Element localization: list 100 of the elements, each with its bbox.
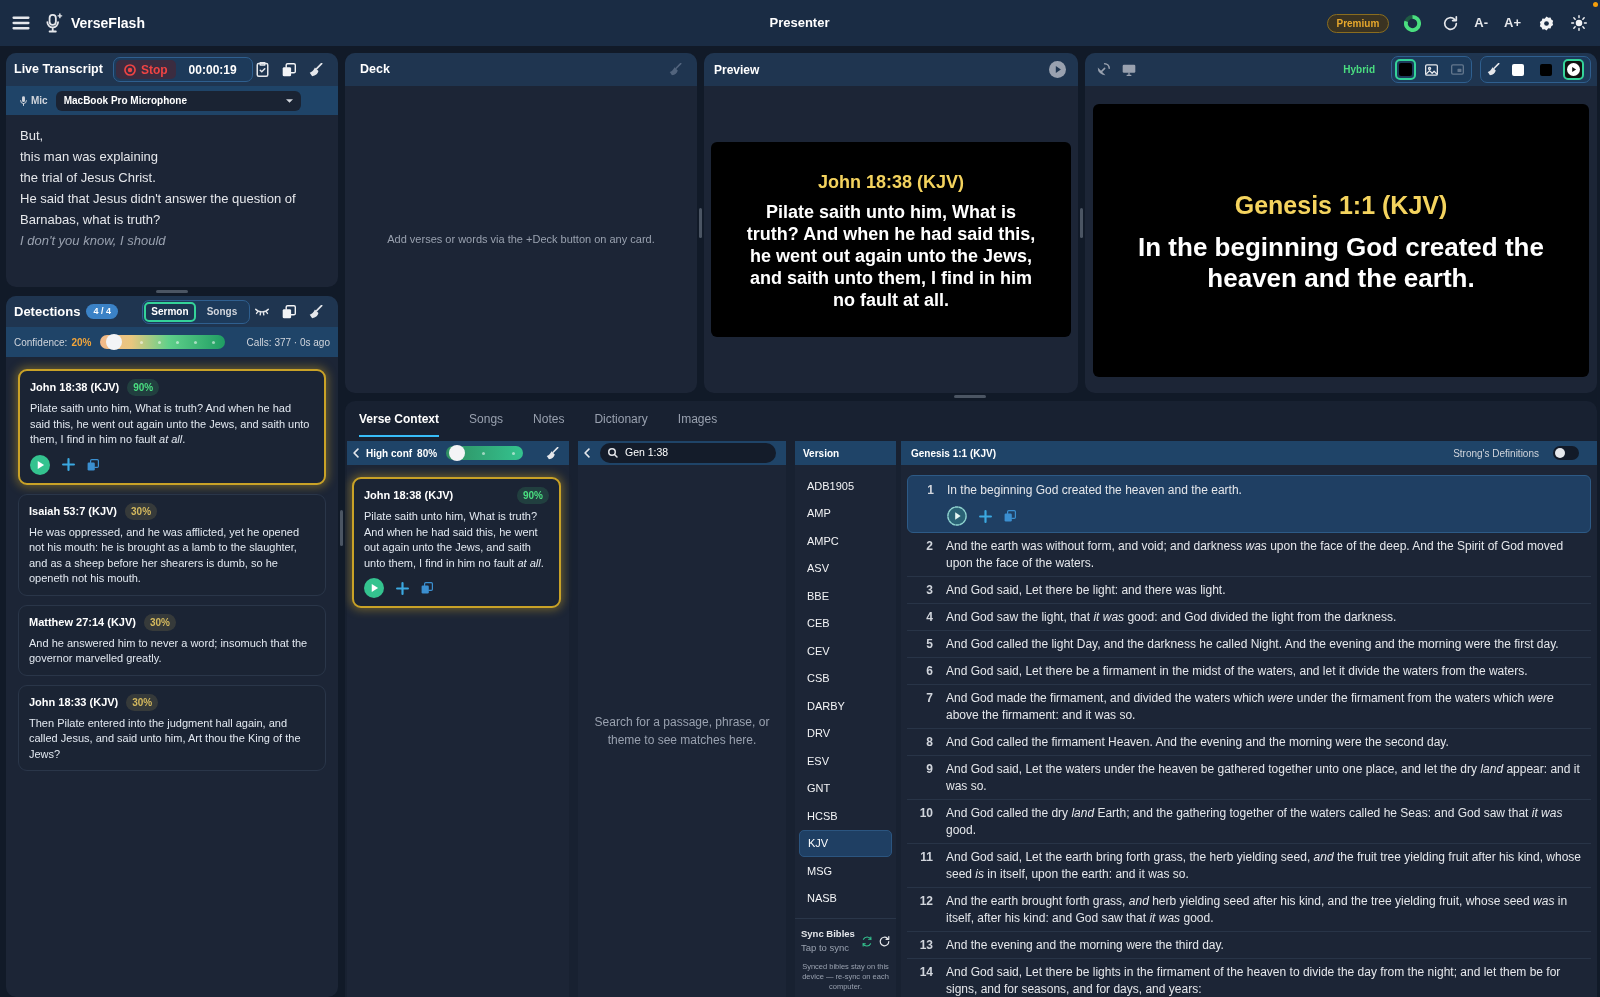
progress-ring-icon[interactable] bbox=[1404, 14, 1422, 32]
verse-row[interactable]: 13 And the evening and the morning were the third day. bbox=[907, 932, 1591, 959]
version-item[interactable]: ASV bbox=[799, 554, 892, 582]
chevron-left-icon[interactable] bbox=[353, 448, 359, 458]
verse-card[interactable]: John 18:33 (KJV) 30% Then Pilate entered into the judgment hall again, and called Jesus, and said unto him, Art thou the King of the Jews? bbox=[18, 684, 326, 771]
resize-handle[interactable] bbox=[340, 510, 343, 546]
version-item[interactable]: AMP bbox=[799, 499, 892, 527]
verse-card[interactable]: Matthew 27:14 (KJV) 30% And he answered him to never a word; insomuch that the governor marvelled greatly. bbox=[18, 604, 326, 676]
app-name: VerseFlash bbox=[71, 13, 145, 33]
score-badge: 30% bbox=[144, 613, 176, 631]
verse-card[interactable] bbox=[18, 493, 326, 596]
mode-tab[interactable]: Songs bbox=[196, 301, 248, 322]
verse-row[interactable]: 2 And the earth was without form, and void; and darkness was upon the face of the deep. And the Spirit of God moved upon the face of the waters. bbox=[907, 533, 1591, 577]
play-icon[interactable] bbox=[364, 578, 384, 598]
verse-row[interactable]: 7 And God made the firmament, and divided the waters which were under the firmament from the waters which were above the firmament: and it was so. bbox=[907, 685, 1591, 729]
closed-eye-icon[interactable] bbox=[255, 307, 269, 316]
verse-text: And the earth was without form, and void; and darkness was upon the face of the deep. And the Spirit of God moved upon the face of the waters. bbox=[946, 537, 1565, 572]
satellite-dish-icon[interactable] bbox=[1097, 63, 1110, 76]
version-item[interactable]: HCSB bbox=[799, 802, 892, 830]
verse-row[interactable]: 6 And God said, Let there be a firmament in the midst of the waters, and let it divide the waters from the waters. bbox=[907, 658, 1591, 685]
threshold-slider[interactable] bbox=[446, 446, 524, 460]
plus-icon[interactable] bbox=[396, 581, 409, 595]
menu-icon[interactable] bbox=[12, 16, 30, 30]
toggle-switch[interactable] bbox=[1553, 446, 1579, 460]
play-circle-icon[interactable] bbox=[1049, 61, 1066, 78]
version-item[interactable]: KJV bbox=[799, 829, 892, 857]
verse-reference: John 18:38 (KJV) bbox=[30, 380, 120, 396]
play-icon[interactable] bbox=[30, 454, 50, 475]
version-item[interactable]: CEV bbox=[799, 637, 892, 665]
settings-icon[interactable] bbox=[1539, 15, 1554, 31]
verse-row[interactable]: 5 And God called the light Day, and the darkness he called Night. And the evening and the morning were the first day. bbox=[907, 631, 1591, 658]
version-item[interactable]: DRV bbox=[799, 719, 892, 747]
broom-icon[interactable] bbox=[309, 62, 323, 77]
copy-icon[interactable] bbox=[87, 458, 99, 471]
verse-row[interactable]: 1 In the beginning God created the heaven and the earth. bbox=[907, 475, 1591, 533]
verse-row[interactable]: 12 And the earth brought forth grass, and herb yielding seed after his kind, and the tree yielding fruit, whose seed was in itself, after his kind: and God saw that it was good. bbox=[907, 888, 1591, 932]
version-item[interactable]: BBE bbox=[799, 582, 892, 610]
chevron-left-icon[interactable] bbox=[584, 448, 590, 458]
tab[interactable]: Notes bbox=[533, 410, 565, 437]
slider-thumb[interactable] bbox=[105, 334, 122, 350]
sync-icon[interactable] bbox=[862, 935, 872, 947]
broom-icon[interactable] bbox=[1487, 63, 1500, 76]
font-smaller-button[interactable]: A- bbox=[1474, 13, 1488, 33]
verse-number: 7 bbox=[925, 689, 933, 707]
broom-icon[interactable] bbox=[546, 446, 559, 460]
plus-icon[interactable] bbox=[979, 509, 992, 523]
version-item[interactable]: NASB bbox=[799, 884, 892, 912]
copy-icon[interactable] bbox=[421, 582, 433, 594]
verse-row[interactable]: 14 And God said, Let there be lights in the firmament of the heaven to divide the day from the night; and let them be for signs, and for seasons, and for days, and years: bbox=[907, 959, 1591, 997]
column-title: Version bbox=[803, 446, 840, 461]
resize-handle[interactable] bbox=[156, 290, 188, 293]
version-item[interactable]: CEB bbox=[799, 609, 892, 637]
clipboard-check-icon[interactable] bbox=[256, 62, 269, 77]
verse-row[interactable]: 9 And God said, Let the waters under the heaven be gathered together unto one place, and let the dry land appear: and it was so. bbox=[907, 756, 1591, 800]
background-option[interactable] bbox=[1395, 59, 1416, 80]
verse-number: 11 bbox=[919, 848, 933, 866]
verse-card[interactable]: John 18:38 (KJV) 90% Pilate saith unto him, What is truth? And when he had said this, he went out again unto the Jews, and saith unto them, I find in him no fault at all. bbox=[18, 369, 326, 485]
tab[interactable]: Dictionary bbox=[594, 410, 648, 437]
version-item[interactable]: GNT bbox=[799, 774, 892, 802]
version-item[interactable]: DARBY bbox=[799, 692, 892, 720]
confidence-slider[interactable] bbox=[100, 335, 226, 349]
verse-row[interactable]: 10 And God called the dry land Earth; and the gathering together of the waters called he Seas: and God saw that it was good. bbox=[907, 800, 1591, 844]
threshold-value: 80% bbox=[417, 446, 438, 461]
microphone-select[interactable]: MacBook Pro Microphone bbox=[55, 90, 301, 111]
monitor-icon[interactable] bbox=[1122, 63, 1136, 76]
verse-card[interactable]: John 18:38 (KJV) 90% Pilate saith unto him, What is truth? And when he had said this, he went out again unto the Jews, and saith unto them, I find in him no fault at all. bbox=[352, 477, 561, 608]
plus-icon[interactable] bbox=[62, 458, 75, 471]
resize-handle[interactable] bbox=[1080, 208, 1083, 238]
search-field[interactable]: Gen 1:38 bbox=[600, 443, 776, 463]
slider-thumb[interactable] bbox=[449, 445, 466, 461]
verse-row[interactable]: 4 And God saw the light, that it was good: and God divided the light from the darkness. bbox=[907, 604, 1591, 631]
tab[interactable]: Verse Context bbox=[359, 410, 440, 437]
stop-button[interactable]: Stop bbox=[115, 60, 176, 79]
verse-row[interactable]: 8 And God called the firmament Heaven. And the evening and the morning were the second day. bbox=[907, 729, 1591, 756]
refresh-icon[interactable] bbox=[879, 935, 890, 947]
version-item[interactable]: CSB bbox=[799, 664, 892, 692]
play-icon[interactable] bbox=[947, 506, 967, 526]
version-item[interactable]: ADB1905 bbox=[799, 472, 892, 500]
sun-icon[interactable] bbox=[1571, 15, 1587, 31]
verse-row[interactable]: 11 And God said, Let the earth bring forth grass, the herb yielding seed, and the fruit tree yielding fruit after his kind, whose seed is in itself, upon the earth: and it was so. bbox=[907, 844, 1591, 888]
verse-row[interactable]: 3 And God said, Let there be light: and there was light. bbox=[907, 577, 1591, 604]
tab[interactable]: Songs bbox=[469, 410, 504, 437]
resize-handle[interactable] bbox=[699, 208, 702, 238]
refresh-icon[interactable] bbox=[1443, 15, 1459, 31]
verse-number: 2 bbox=[925, 537, 933, 555]
copy-icon[interactable] bbox=[282, 62, 296, 77]
copy-icon[interactable] bbox=[282, 304, 296, 319]
broom-icon[interactable] bbox=[309, 304, 323, 319]
mode-tab[interactable]: Sermon bbox=[144, 301, 196, 322]
tab[interactable]: Images bbox=[677, 410, 718, 437]
premium-button[interactable]: Premium bbox=[1326, 13, 1390, 33]
microphone-icon bbox=[20, 95, 27, 106]
version-item[interactable]: MSG bbox=[799, 857, 892, 885]
verse-number: 13 bbox=[918, 936, 933, 954]
resize-handle[interactable] bbox=[954, 395, 986, 398]
screen-option[interactable] bbox=[1563, 59, 1584, 80]
version-item[interactable]: ESV bbox=[799, 747, 892, 775]
version-item[interactable]: AMPC bbox=[799, 527, 892, 555]
font-larger-button[interactable]: A+ bbox=[1504, 13, 1521, 33]
mode-label: Hybrid bbox=[1343, 63, 1375, 77]
